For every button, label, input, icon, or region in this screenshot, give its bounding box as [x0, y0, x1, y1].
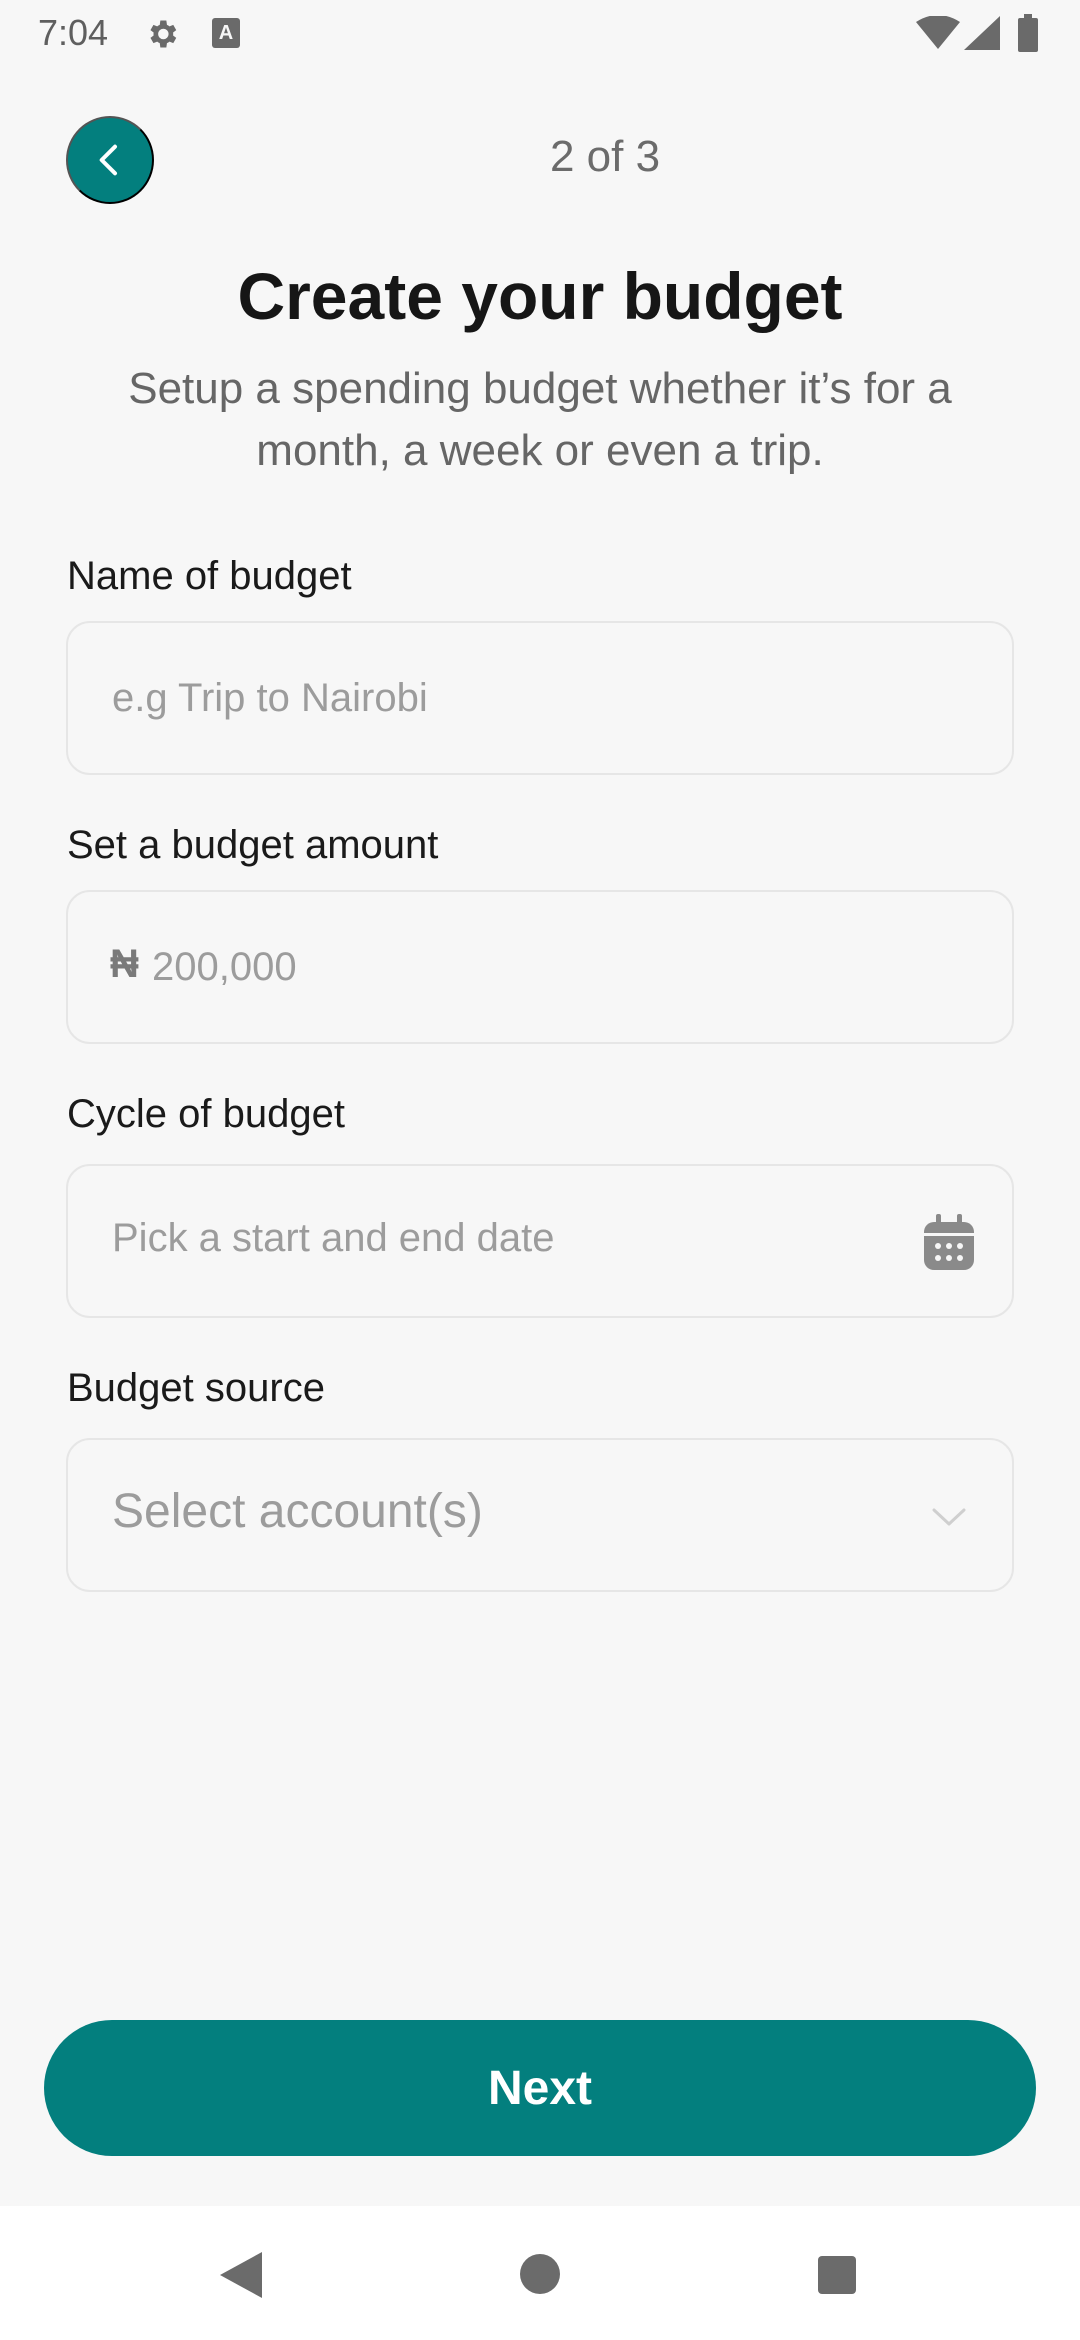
- settings-gear-icon: [150, 20, 177, 48]
- wifi-icon: [916, 16, 960, 49]
- calendar-icon[interactable]: [922, 1214, 976, 1272]
- status-time: 7:04: [38, 12, 109, 53]
- create-budget-screen: 7:04 A 2 of 3 Create your budget Setup a…: [0, 0, 1080, 2340]
- budget-cycle-placeholder: Pick a start and end date: [112, 1216, 555, 1260]
- budget-name-field-box: [66, 621, 1014, 775]
- budget-cycle-label: Cycle of budget: [67, 1092, 345, 1136]
- battery-icon: [1018, 14, 1038, 52]
- budget-name-label: Name of budget: [67, 554, 352, 598]
- budget-source-label: Budget source: [67, 1366, 325, 1410]
- status-bar: 7:04 A: [0, 0, 1080, 66]
- budget-cycle-picker[interactable]: Pick a start and end date: [66, 1164, 1014, 1318]
- keyboard-badge-icon: A: [212, 18, 240, 48]
- budget-amount-field-box: ₦: [66, 890, 1014, 1044]
- step-indicator: 2 of 3: [549, 132, 661, 181]
- nav-recent-apps-icon[interactable]: [818, 2256, 856, 2294]
- budget-source-select[interactable]: Select account(s): [66, 1438, 1014, 1592]
- chevron-down-icon: [932, 1508, 966, 1526]
- next-button[interactable]: Next: [44, 2020, 1036, 2156]
- nav-back-icon[interactable]: [220, 2252, 262, 2298]
- budget-name-input[interactable]: [112, 623, 932, 773]
- page-title: Create your budget: [237, 259, 843, 333]
- cell-signal-icon: [964, 16, 1000, 50]
- budget-amount-input[interactable]: [152, 892, 972, 1042]
- system-nav-bar: [0, 2206, 1080, 2340]
- naira-currency-symbol: ₦: [110, 942, 139, 986]
- page-subtitle: Setup a spending budget whether it’s for…: [128, 364, 952, 475]
- nav-home-icon[interactable]: [520, 2254, 560, 2294]
- chevron-left-icon: [99, 144, 117, 176]
- budget-source-placeholder: Select account(s): [112, 1485, 483, 1538]
- back-button[interactable]: [66, 116, 154, 204]
- budget-amount-label: Set a budget amount: [67, 823, 439, 867]
